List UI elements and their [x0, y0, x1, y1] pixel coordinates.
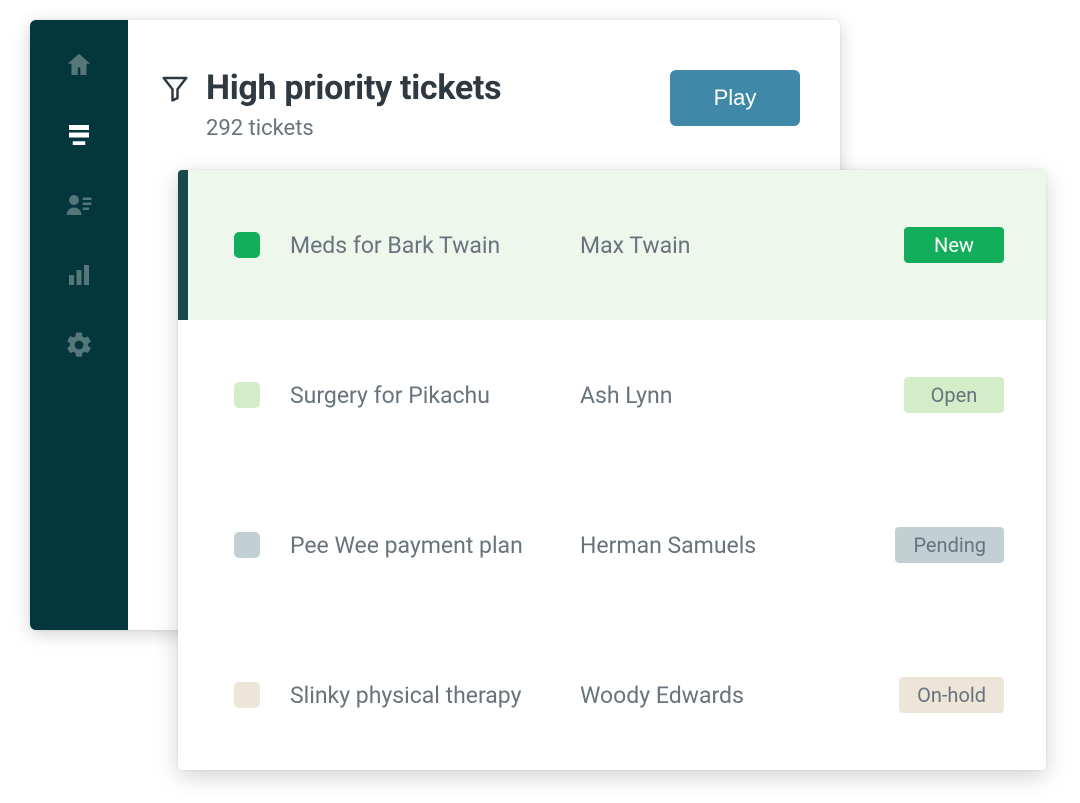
status-badge: On-hold	[899, 677, 1004, 713]
ticket-row[interactable]: Pee Wee payment planHerman Samuels Pendin…	[178, 470, 1046, 620]
page-title: High priority tickets	[206, 68, 501, 108]
customers-icon[interactable]	[62, 188, 96, 222]
filter-icon	[160, 73, 190, 103]
play-button[interactable]: Play	[670, 70, 800, 126]
ticket-checkbox[interactable]	[234, 682, 260, 708]
reporting-icon[interactable]	[62, 258, 96, 292]
sidebar	[30, 20, 128, 630]
ticket-requester: Herman Samuels	[580, 532, 830, 559]
ticket-requester: Woody Edwards	[580, 682, 830, 709]
ticket-subject: Pee Wee payment plan	[290, 532, 580, 559]
ticket-subject: Slinky physical therapy	[290, 682, 580, 709]
status-badge: Open	[904, 377, 1004, 413]
ticket-checkbox[interactable]	[234, 232, 260, 258]
ticket-requester: Ash Lynn	[580, 382, 830, 409]
ticket-row[interactable]: Slinky physical therapyWoody Edwards On-h…	[178, 620, 1046, 770]
home-icon[interactable]	[62, 48, 96, 82]
ticket-list-panel: Meds for Bark TwainMax Twain New Surgery f…	[178, 170, 1046, 770]
ticket-checkbox[interactable]	[234, 382, 260, 408]
ticket-row[interactable]: Surgery for PikachuAsh Lynn Open	[178, 320, 1046, 470]
status-badge: New	[904, 227, 1004, 263]
ticket-row[interactable]: Meds for Bark TwainMax Twain New	[178, 170, 1046, 320]
ticket-requester: Max Twain	[580, 232, 830, 259]
status-badge: Pending	[895, 527, 1004, 563]
ticket-subject: Meds for Bark Twain	[290, 232, 580, 259]
ticket-subject: Surgery for Pikachu	[290, 382, 580, 409]
views-icon[interactable]	[62, 118, 96, 152]
admin-icon[interactable]	[62, 328, 96, 362]
ticket-checkbox[interactable]	[234, 532, 260, 558]
